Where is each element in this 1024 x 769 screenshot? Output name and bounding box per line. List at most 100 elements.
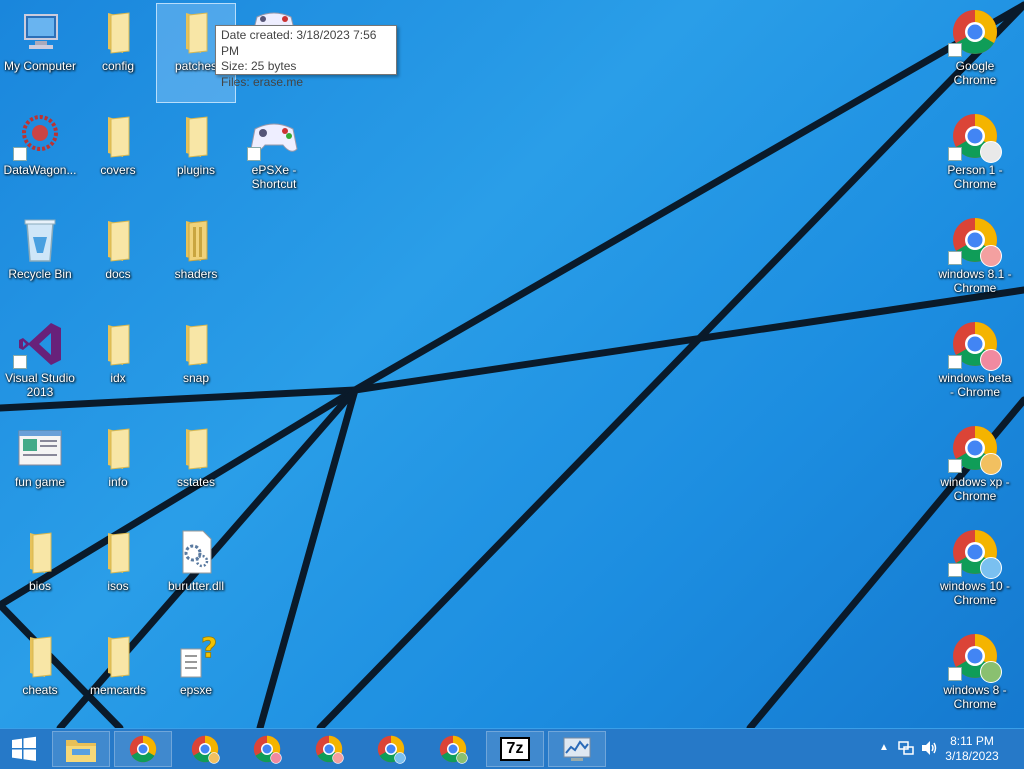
icon-label: shaders xyxy=(174,267,218,281)
icon-label: fun game xyxy=(14,475,66,489)
windows8-chrome-shortcut[interactable]: windows 8 - Chrome xyxy=(935,627,1015,727)
icon-label: windows xp - Chrome xyxy=(940,475,1010,503)
question-mark-file-icon: ? xyxy=(171,631,221,681)
datawagon-icon xyxy=(13,111,65,161)
tooltip-size: Size: 25 bytes xyxy=(221,59,297,73)
icon-label: memcards xyxy=(89,683,146,697)
folder-icon xyxy=(15,631,65,681)
sstates-folder[interactable]: sstates xyxy=(156,419,236,519)
computer-icon xyxy=(15,7,65,57)
profile-avatar-icon xyxy=(980,661,1002,683)
folder-icon xyxy=(93,111,143,161)
profile-avatar-icon xyxy=(980,557,1002,579)
desktop[interactable]: My Computer config patches DataWagon... … xyxy=(0,0,1024,728)
windows10-chrome-shortcut[interactable]: windows 10 - Chrome xyxy=(935,523,1015,623)
network-icon[interactable] xyxy=(898,740,914,756)
windows-xp-chrome-shortcut[interactable]: windows xp - Chrome xyxy=(935,419,1015,519)
datawagon-shortcut[interactable]: DataWagon... xyxy=(0,107,80,207)
shortcut-arrow-icon xyxy=(948,459,962,473)
epsxe-shortcut[interactable]: ePSXe - Shortcut xyxy=(234,107,314,207)
chrome-profile-icon xyxy=(253,735,282,764)
folder-icon xyxy=(93,319,143,369)
file-explorer-icon xyxy=(66,740,96,762)
taskbar-performance-monitor[interactable] xyxy=(548,731,606,767)
bios-folder[interactable]: bios xyxy=(0,523,80,623)
cheats-folder[interactable]: cheats xyxy=(0,627,80,727)
taskbar-chrome[interactable] xyxy=(114,731,172,767)
snap-folder[interactable]: snap xyxy=(156,315,236,415)
shortcut-arrow-icon xyxy=(948,563,962,577)
folder-icon xyxy=(93,423,143,473)
start-button[interactable] xyxy=(0,731,48,767)
tooltip-files: Files: erase.me xyxy=(221,74,304,89)
icon-label: docs xyxy=(105,267,131,281)
folder-icon xyxy=(15,527,65,577)
icon-label: sstates xyxy=(176,475,215,489)
icon-label: windows 8 - Chrome xyxy=(943,683,1007,711)
folder-icon xyxy=(171,7,221,57)
docs-folder[interactable]: docs xyxy=(78,211,158,311)
covers-folder[interactable]: covers xyxy=(78,107,158,207)
svg-text:?: ? xyxy=(201,631,217,664)
config-folder[interactable]: config xyxy=(78,3,158,103)
chrome-icon xyxy=(948,7,1000,57)
folder-icon xyxy=(171,215,221,265)
info-folder[interactable]: info xyxy=(78,419,158,519)
taskbar-clock[interactable]: 8:11 PM 3/18/2023 xyxy=(942,734,1002,764)
chrome-icon xyxy=(948,423,1002,475)
icon-label: cheats xyxy=(22,683,58,697)
icon-label: My Computer xyxy=(3,59,77,73)
recycle-bin[interactable]: Recycle Bin xyxy=(0,211,80,311)
show-hidden-icons-button[interactable]: ▲ xyxy=(879,741,889,755)
system-tray: ▲ 8:11 PM 3/18/2023 xyxy=(864,729,1024,769)
taskbar-chrome-windows-8[interactable] xyxy=(424,731,482,767)
chrome-profile-icon xyxy=(377,735,406,764)
icon-label: windows 10 - Chrome xyxy=(939,579,1011,607)
memcards-folder[interactable]: memcards xyxy=(78,627,158,727)
shortcut-arrow-icon xyxy=(948,667,962,681)
visual-studio-icon xyxy=(13,319,65,369)
shortcut-arrow-icon xyxy=(13,355,27,369)
windows81-chrome-shortcut[interactable]: windows 8.1 - Chrome xyxy=(935,211,1015,311)
person1-chrome-shortcut[interactable]: Person 1 - Chrome xyxy=(935,107,1015,207)
icon-label: isos xyxy=(107,579,129,593)
burutter-dll-file[interactable]: burutter.dll xyxy=(156,523,236,623)
epsxe-unknown-file[interactable]: ? epsxe xyxy=(156,627,236,727)
my-computer-icon-item[interactable]: My Computer xyxy=(0,3,80,103)
chrome-icon xyxy=(948,215,1002,267)
taskbar-file-explorer[interactable] xyxy=(52,731,110,767)
chrome-icon xyxy=(948,319,1002,371)
chrome-profile-icon xyxy=(315,735,344,764)
chrome-icon xyxy=(948,527,1002,579)
icon-label: plugins xyxy=(176,163,216,177)
taskbar-chrome-windows-beta[interactable] xyxy=(238,731,296,767)
application-window-icon xyxy=(15,423,65,473)
fun-game-item[interactable]: fun game xyxy=(0,419,80,519)
taskbar-chrome-windows-10[interactable] xyxy=(362,731,420,767)
folder-icon xyxy=(93,527,143,577)
chrome-icon xyxy=(948,111,1002,163)
performance-monitor-icon xyxy=(563,737,591,761)
taskbar-7zip[interactable]: 7z xyxy=(486,731,544,767)
google-chrome-shortcut[interactable]: Google Chrome xyxy=(935,3,1015,103)
icon-label: Visual Studio 2013 xyxy=(5,371,75,399)
windows-beta-chrome-shortcut[interactable]: windows beta - Chrome xyxy=(935,315,1015,415)
profile-avatar-icon xyxy=(980,349,1002,371)
windows-logo-icon xyxy=(12,736,36,761)
volume-icon[interactable] xyxy=(920,740,938,756)
plugins-folder[interactable]: plugins xyxy=(156,107,236,207)
shortcut-arrow-icon xyxy=(948,147,962,161)
idx-folder[interactable]: idx xyxy=(78,315,158,415)
isos-folder[interactable]: isos xyxy=(78,523,158,623)
folder-info-tooltip: Date created: 3/18/2023 7:56 PM Size: 25… xyxy=(215,25,397,89)
shaders-folder[interactable]: shaders xyxy=(156,211,236,311)
icon-label: epsxe xyxy=(179,683,213,697)
icon-label: snap xyxy=(182,371,210,385)
visual-studio-shortcut[interactable]: Visual Studio 2013 xyxy=(0,315,80,415)
shortcut-arrow-icon xyxy=(247,147,261,161)
taskbar-chrome-windows-81[interactable] xyxy=(300,731,358,767)
icon-label: covers xyxy=(100,163,136,177)
taskbar-chrome-windows-xp[interactable] xyxy=(176,731,234,767)
icon-label: windows 8.1 - Chrome xyxy=(938,267,1012,295)
folder-icon xyxy=(171,319,221,369)
